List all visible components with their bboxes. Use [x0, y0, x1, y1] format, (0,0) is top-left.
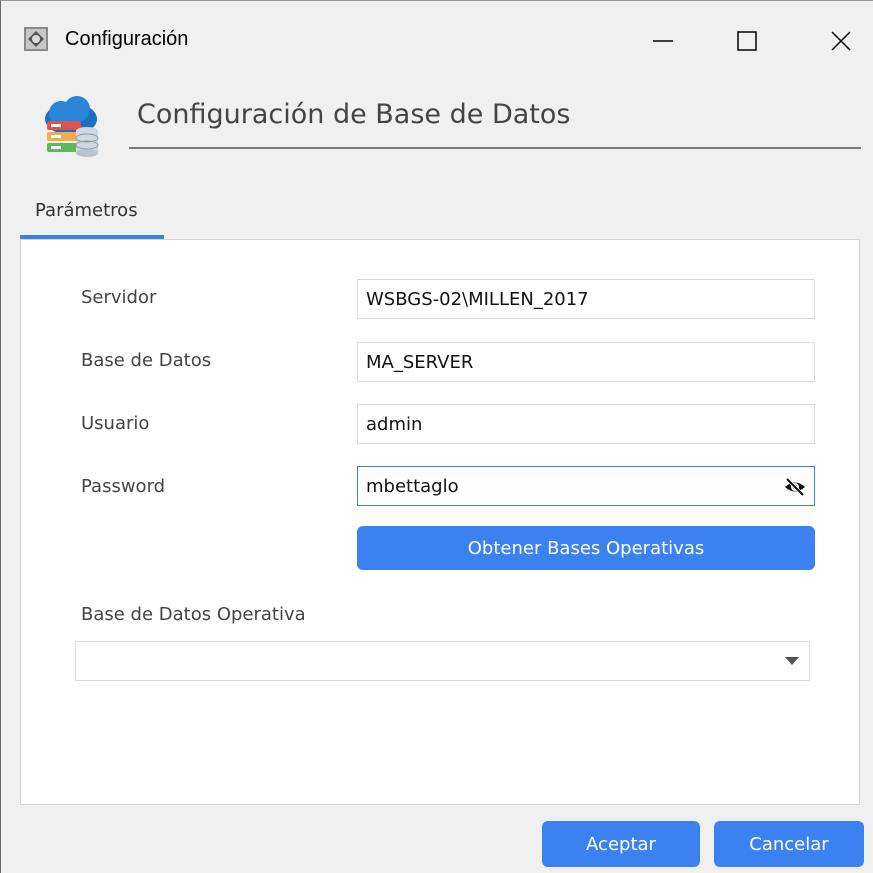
servidor-field[interactable]: WSBGS-02\MILLEN_2017: [357, 279, 815, 319]
tab-parametros[interactable]: Parámetros: [35, 200, 138, 221]
page-title: Configuración de Base de Datos: [137, 99, 571, 130]
header-divider: [129, 147, 861, 149]
chevron-down-icon: [785, 657, 799, 665]
minimize-button[interactable]: [633, 15, 693, 67]
usuario-label: Usuario: [81, 413, 150, 434]
maximize-button[interactable]: [717, 15, 777, 67]
title-bar: Configuración: [1, 1, 873, 81]
usuario-field[interactable]: admin: [357, 404, 815, 444]
aceptar-button[interactable]: Aceptar: [542, 821, 700, 867]
config-window: Configuración Configuración de Base de D…: [0, 0, 873, 873]
parametros-panel: [20, 239, 860, 805]
usuario-value: admin: [366, 413, 423, 435]
app-icon: [24, 27, 48, 51]
minimize-icon: [653, 40, 673, 42]
servidor-label: Servidor: [81, 287, 157, 308]
password-field[interactable]: mbettaglo: [357, 466, 815, 506]
cloud-database-icon: [45, 96, 99, 157]
base-datos-label: Base de Datos: [81, 350, 212, 371]
obtener-bases-button[interactable]: Obtener Bases Operativas: [357, 526, 815, 570]
base-datos-field[interactable]: MA_SERVER: [357, 342, 815, 382]
window-title: Configuración: [65, 28, 189, 50]
eye-slash-icon[interactable]: [784, 477, 806, 497]
close-button[interactable]: [811, 15, 871, 67]
servidor-value: WSBGS-02\MILLEN_2017: [366, 288, 589, 310]
maximize-icon: [737, 31, 757, 51]
close-icon: [831, 31, 851, 51]
operativa-select[interactable]: [75, 641, 810, 681]
cancelar-button[interactable]: Cancelar: [714, 821, 864, 867]
password-value: mbettaglo: [366, 475, 459, 497]
operativa-label: Base de Datos Operativa: [81, 604, 306, 625]
password-label: Password: [81, 476, 166, 497]
base-datos-value: MA_SERVER: [366, 351, 474, 373]
